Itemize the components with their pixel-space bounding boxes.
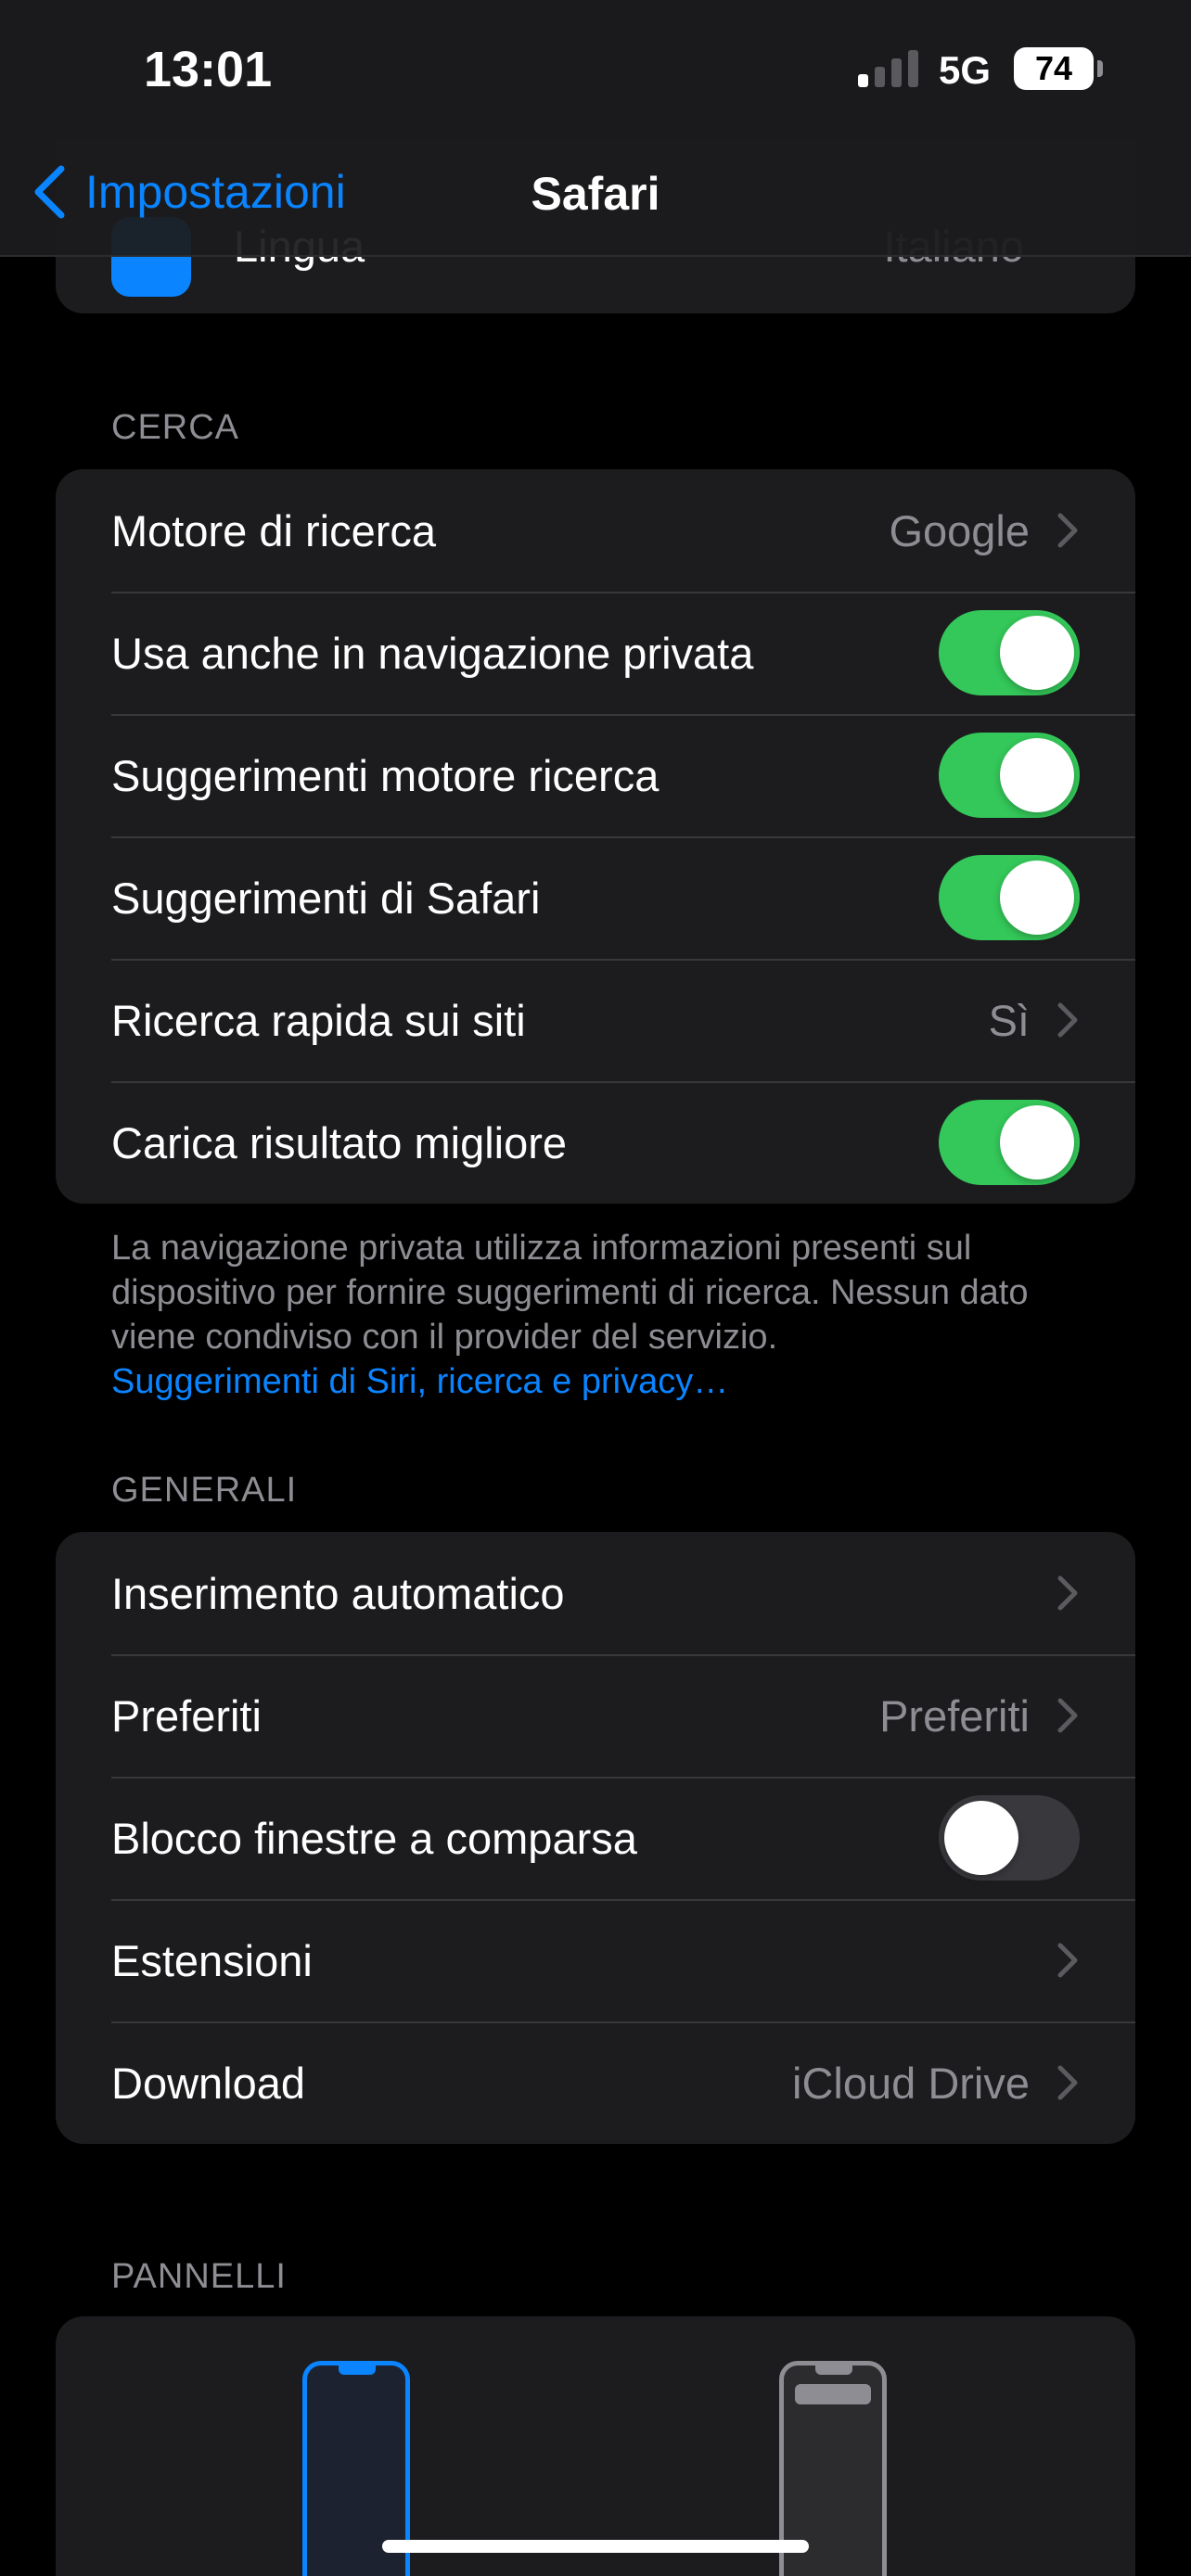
chevron-right-icon: [1057, 2065, 1078, 2100]
row-label: Inserimento automatico: [111, 1568, 565, 1618]
cellular-signal-icon: [858, 48, 918, 87]
settings-row-usa-anche-in-navigazione-privata[interactable]: Usa anche in navigazione privata: [56, 592, 1135, 714]
row-label: Ricerca rapida sui siti: [111, 995, 526, 1045]
settings-row-inserimento-automatico[interactable]: Inserimento automatico: [56, 1532, 1135, 1654]
settings-row-ricerca-rapida-sui-siti[interactable]: Ricerca rapida sui siti Sì: [56, 959, 1135, 1081]
row-label: Download: [111, 2058, 306, 2108]
top-bar-icon: [795, 2384, 871, 2404]
search-footer-note: La navigazione privata utilizza informaz…: [111, 1226, 1095, 1404]
battery-tip-icon: [1097, 60, 1103, 77]
toggle-knob: [1000, 738, 1074, 812]
row-label: Estensioni: [111, 1935, 313, 1985]
toggle-switch[interactable]: [939, 855, 1080, 940]
settings-row-motore-di-ricerca[interactable]: Motore di ricerca Google: [56, 469, 1135, 592]
home-indicator[interactable]: [382, 2540, 809, 2553]
chevron-right-icon: [1057, 1943, 1078, 1978]
chevron-right-icon: [1057, 1002, 1078, 1038]
battery-level: 74: [1034, 49, 1073, 87]
row-label: Suggerimenti motore ricerca: [111, 750, 660, 800]
toggle-switch[interactable]: [939, 1100, 1080, 1185]
toggle-switch[interactable]: [939, 610, 1080, 695]
section-header-general: GENERALI: [111, 1471, 298, 1510]
phone-notch-icon: [815, 2366, 852, 2375]
search-settings-group: Motore di ricerca Google Usa anche in navi…: [56, 469, 1135, 1204]
toggle-knob: [1000, 861, 1074, 935]
search-footer-text: La navigazione privata utilizza informaz…: [111, 1229, 1029, 1357]
navigation-bar: 13:01 5G 74 Impostazioni Safari: [0, 0, 1191, 257]
toggle-knob: [1000, 616, 1074, 690]
row-label: Blocco finestre a comparsa: [111, 1813, 637, 1863]
chevron-right-icon: [1057, 513, 1078, 548]
section-header-search: CERCA: [111, 408, 240, 447]
row-value: Preferiti: [879, 1690, 1030, 1741]
row-value: Google: [889, 505, 1030, 555]
chevron-right-icon: [1057, 1698, 1078, 1733]
panels-layout-picker: [56, 2316, 1135, 2576]
general-settings-group: Inserimento automatico Preferiti Preferiti…: [56, 1532, 1135, 2144]
row-value: Sì: [988, 995, 1030, 1045]
toggle-switch[interactable]: [939, 733, 1080, 818]
section-header-panels: PANNELLI: [111, 2257, 287, 2296]
chevron-right-icon: [1057, 1575, 1078, 1611]
settings-row-suggerimenti-motore-ricerca[interactable]: Suggerimenti motore ricerca: [56, 714, 1135, 836]
settings-row-carica-risultato-migliore[interactable]: Carica risultato migliore: [56, 1081, 1135, 1204]
settings-row-suggerimenti-di-safari[interactable]: Suggerimenti di Safari: [56, 836, 1135, 959]
toggle-knob: [944, 1801, 1018, 1875]
row-value: iCloud Drive: [792, 2058, 1030, 2108]
row-label: Carica risultato migliore: [111, 1117, 568, 1167]
row-label: Motore di ricerca: [111, 505, 436, 555]
toggle-switch[interactable]: [939, 1795, 1080, 1881]
page-title: Safari: [531, 168, 660, 220]
siri-privacy-link[interactable]: Suggerimenti di Siri, ricerca e privacy…: [111, 1359, 1095, 1404]
settings-row-estensioni[interactable]: Estensioni: [56, 1899, 1135, 2021]
network-type: 5G: [939, 48, 992, 92]
settings-row-download[interactable]: Download iCloud Drive: [56, 2021, 1135, 2144]
settings-scroll-view[interactable]: Lingua Italiano CERCA Motore di ricercaG…: [0, 0, 1191, 2576]
battery-icon: 74: [1014, 47, 1094, 90]
status-time: 13:01: [144, 42, 273, 97]
toggle-knob: [1000, 1105, 1074, 1180]
row-label: Suggerimenti di Safari: [111, 873, 541, 923]
row-label: Preferiti: [111, 1690, 262, 1741]
row-label: Usa anche in navigazione privata: [111, 628, 754, 678]
phone-notch-icon: [339, 2366, 376, 2375]
settings-row-preferiti[interactable]: Preferiti Preferiti: [56, 1654, 1135, 1777]
settings-row-blocco-finestre-a-comparsa[interactable]: Blocco finestre a comparsa: [56, 1777, 1135, 1899]
